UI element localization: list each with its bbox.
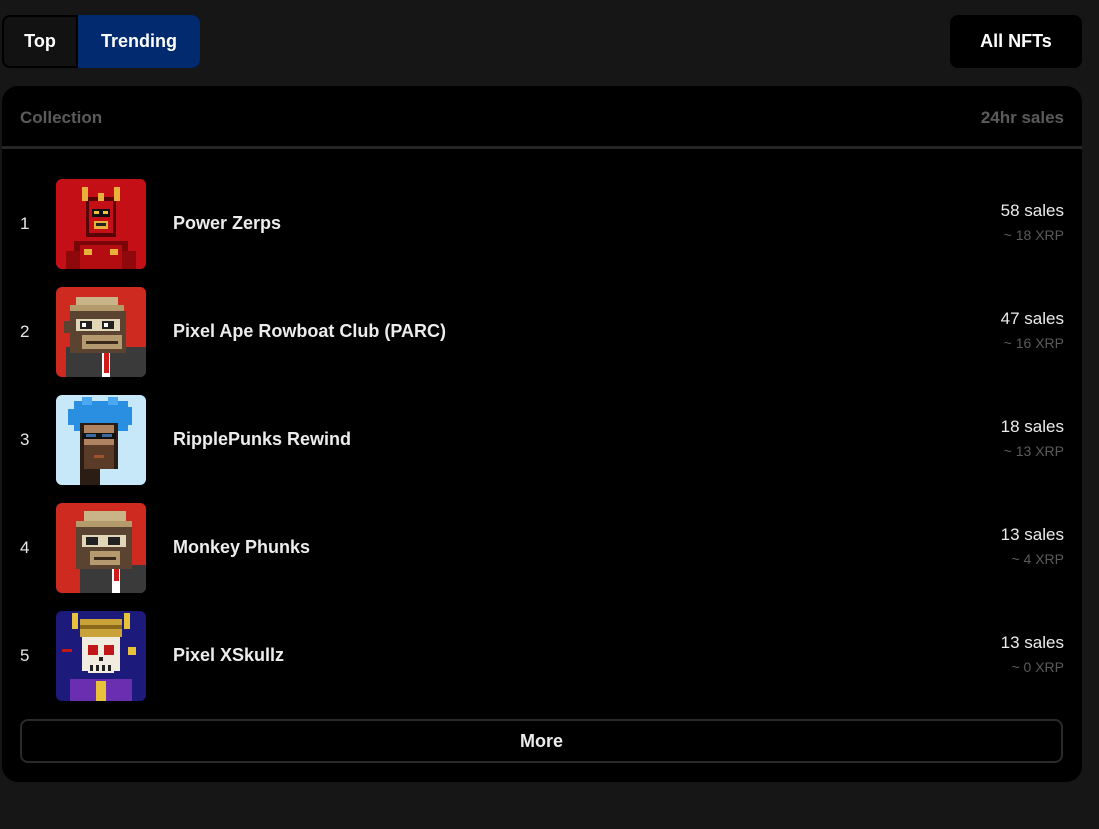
- table-row[interactable]: 5 Pixel XSkullz 13 sales ~ 0 XRP: [2, 610, 1082, 702]
- rank-number: 3: [20, 430, 30, 449]
- xrp-volume: ~ 13 XRP: [1003, 443, 1064, 459]
- rank-number: 5: [20, 646, 30, 665]
- rank-number: 4: [20, 538, 30, 557]
- blue-hair-punk-avatar[interactable]: [56, 395, 146, 485]
- monkey-phunk-avatar[interactable]: [56, 503, 146, 593]
- all-nfts-button[interactable]: All NFTs: [950, 15, 1082, 68]
- collection-name-link[interactable]: Power Zerps: [173, 213, 281, 234]
- sales-column-header: 24hr sales: [980, 108, 1064, 127]
- xrp-volume: ~ 4 XRP: [1011, 551, 1064, 567]
- tab-trending[interactable]: Trending: [78, 15, 200, 68]
- more-button[interactable]: More: [20, 719, 1063, 763]
- table-row[interactable]: 3 RipplePunks Rewind 18 sales ~ 13 XRP: [2, 394, 1082, 486]
- table-header: Collection 24hr sales: [2, 86, 1082, 149]
- table-row[interactable]: 1 Power Zerps 58 sales ~ 18 XRP: [2, 178, 1082, 270]
- tab-top[interactable]: Top: [2, 15, 78, 68]
- collections-panel: Collection 24hr sales 1 Power Zerps 58 s…: [2, 86, 1082, 782]
- collection-column-header: Collection: [20, 108, 103, 127]
- table-row[interactable]: 2 Pixel Ape Rowboat Club (PARC) 47 sales…: [2, 286, 1082, 378]
- xrp-volume: ~ 16 XRP: [1003, 335, 1064, 351]
- pixel-ape-avatar[interactable]: [56, 287, 146, 377]
- collection-name-link[interactable]: RipplePunks Rewind: [173, 429, 351, 450]
- sales-count: 58 sales: [1000, 201, 1064, 220]
- sales-count: 13 sales: [1000, 525, 1064, 544]
- red-armored-zerp-avatar[interactable]: [56, 179, 146, 269]
- view-tabs: Top Trending: [2, 15, 200, 68]
- horned-skull-avatar[interactable]: [56, 611, 146, 701]
- collection-name-link[interactable]: Pixel Ape Rowboat Club (PARC): [173, 321, 446, 342]
- table-row[interactable]: 4 Monkey Phunks 13 sales ~ 4 XRP: [2, 502, 1082, 594]
- collection-name-link[interactable]: Pixel XSkullz: [173, 645, 284, 666]
- xrp-volume: ~ 0 XRP: [1011, 659, 1064, 675]
- sales-count: 18 sales: [1000, 417, 1064, 436]
- rank-number: 1: [20, 214, 30, 233]
- xrp-volume: ~ 18 XRP: [1003, 227, 1064, 243]
- collection-name-link[interactable]: Monkey Phunks: [173, 537, 310, 558]
- sales-count: 13 sales: [1000, 633, 1064, 652]
- sales-count: 47 sales: [1000, 309, 1064, 328]
- rank-number: 2: [20, 322, 30, 341]
